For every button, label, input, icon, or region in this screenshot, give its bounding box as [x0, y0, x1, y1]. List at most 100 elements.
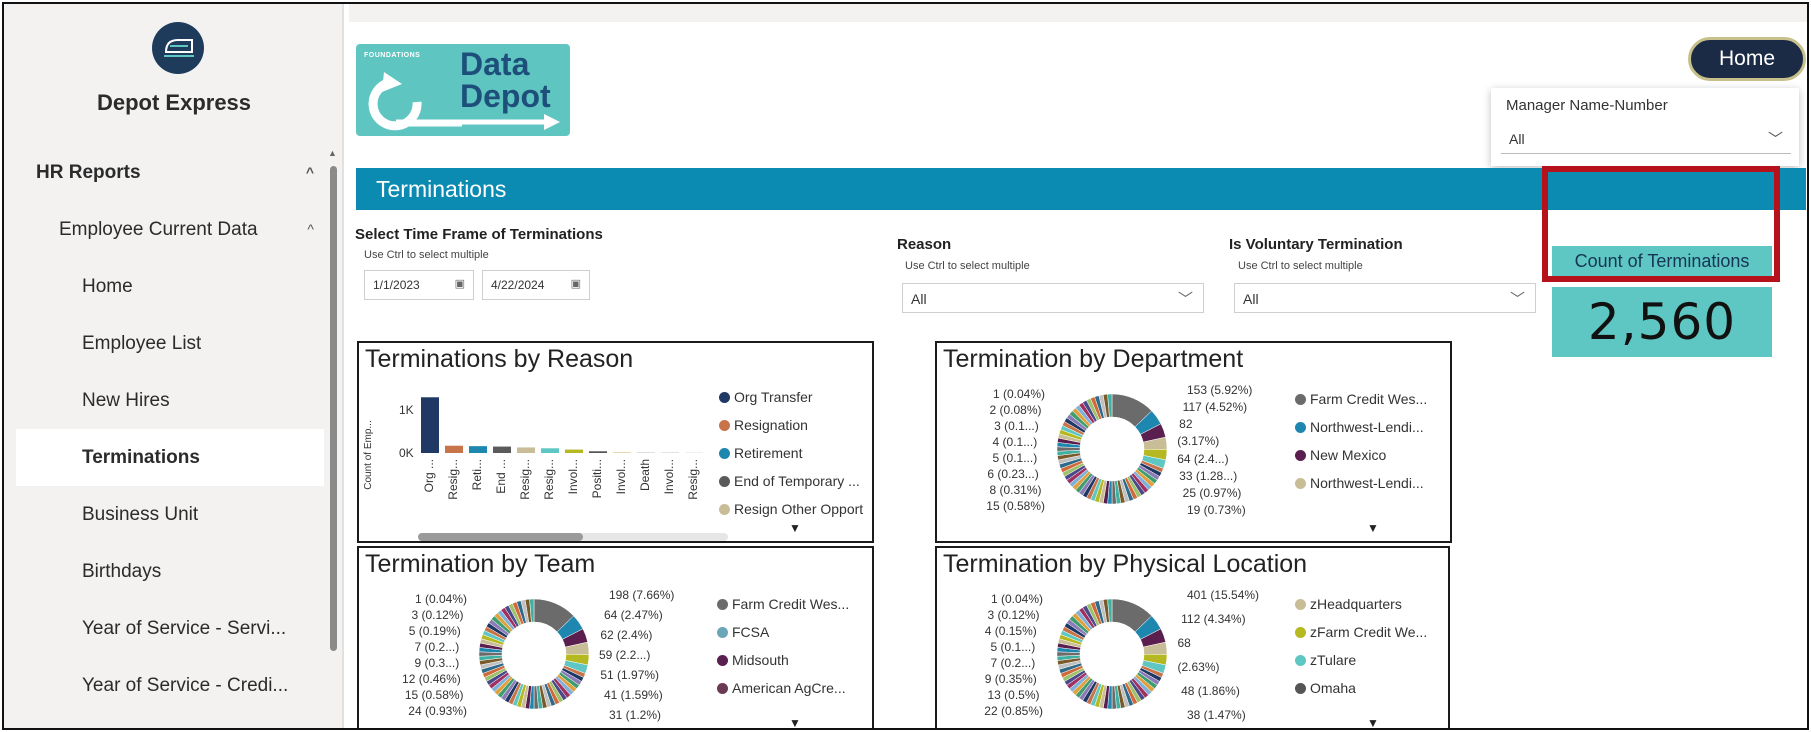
legend-label: Omaha [1310, 680, 1356, 696]
legend-swatch [1295, 682, 1306, 694]
legend-item[interactable]: Org Transfer [719, 383, 863, 411]
legend-swatch [1295, 393, 1306, 405]
chevron-down-icon: ﹀ [1177, 291, 1193, 308]
chevron-down-icon: ﹀ [1767, 131, 1783, 148]
bar[interactable] [589, 451, 607, 453]
bar[interactable] [565, 449, 583, 453]
sidebar-scrollbar-thumb[interactable] [330, 166, 337, 651]
more-arrow-icon[interactable]: ▼ [789, 716, 801, 728]
legend-item[interactable]: FCSA [717, 618, 849, 646]
sidebar: Depot Express HR Reports ^ Employee Curren… [4, 4, 344, 728]
sidebar-item-birthdays[interactable]: Birthdays [16, 543, 326, 600]
legend-label: Northwest-Lendi... [1310, 475, 1424, 491]
x-tick-label: Resig... [542, 459, 556, 500]
bar[interactable] [445, 445, 463, 453]
data-label: 15 (0.58%) [404, 688, 464, 702]
legend-item[interactable]: Northwest-Lendi... [1295, 413, 1427, 441]
end-date-input[interactable]: 4/22/2024 ▣ [482, 270, 590, 300]
bar[interactable] [469, 446, 487, 453]
legend-label: Northwest-Lendi... [1310, 419, 1424, 435]
sidebar-item-year-of-service-credi[interactable]: Year of Service - Credi... [16, 657, 326, 714]
sidebar-item-home[interactable]: Home [16, 258, 326, 315]
legend-item[interactable]: New Mexico [1295, 441, 1427, 469]
team-chart-card[interactable]: Termination by Team 1 (0.04%) 3 (0.12%) 5 … [357, 546, 874, 728]
sidebar-item-business-unit[interactable]: Business Unit [16, 486, 326, 543]
sidebar-item-label: Employee List [82, 332, 202, 354]
location-chart-card[interactable]: Termination by Physical Location 1 (0.04… [935, 546, 1450, 728]
more-arrow-icon[interactable]: ▼ [1367, 716, 1379, 728]
more-arrow-icon[interactable]: ▼ [1367, 521, 1379, 535]
legend-item[interactable]: Midsouth [717, 646, 849, 674]
legend-item[interactable]: zHeadquarters [1295, 590, 1427, 618]
reason-dropdown[interactable]: All ﹀ [902, 283, 1204, 313]
x-tick-label: Invol... [566, 459, 580, 494]
legend-item[interactable]: zTulare [1295, 646, 1427, 674]
more-arrow-icon[interactable]: ▼ [789, 521, 801, 535]
chevron-up-icon[interactable]: ^ [306, 164, 314, 180]
data-label: 51 (1.97%) [600, 668, 660, 682]
x-tick-label: Invol... [614, 459, 628, 494]
bar[interactable] [517, 447, 535, 453]
sidebar-item-new-hires[interactable]: New Hires [16, 372, 326, 429]
legend-label: Org Transfer [734, 389, 813, 405]
calendar-icon[interactable]: ▣ [455, 277, 465, 290]
department-chart-card[interactable]: Termination by Department 1 (0.04%) 2 (0.… [935, 341, 1452, 543]
x-tick-label: Resig... [446, 459, 460, 500]
data-label: 6 (0.23...) [987, 467, 1039, 481]
legend-item[interactable]: Resign Other Opport [719, 495, 863, 523]
reason-value: All [911, 291, 927, 307]
reason-bar-chart: Count of Emp... 0K 1K Org ... Resig... Reti..… [363, 397, 728, 541]
sidebar-item-hr-reports[interactable]: HR Reports ^ [16, 144, 326, 201]
bar[interactable] [541, 448, 559, 453]
sidebar-item-year-of-service-servi[interactable]: Year of Service - Servi... [16, 600, 326, 657]
data-label: 3 (0.1...) [994, 419, 1039, 433]
team-chart-title: Termination by Team [365, 550, 596, 578]
legend-item[interactable]: American AgCre... [717, 674, 849, 702]
sidebar-header: Depot Express [4, 4, 344, 134]
legend-item[interactable]: End of Temporary ... [719, 467, 863, 495]
data-label: 13 (0.5%) [987, 688, 1040, 702]
legend-item[interactable]: Retirement [719, 439, 863, 467]
data-label: 4 (0.1...) [992, 435, 1038, 449]
sidebar-item-terminations[interactable]: Terminations [16, 429, 324, 486]
legend-swatch [719, 503, 730, 515]
start-date-value: 1/1/2023 [373, 278, 420, 292]
team-donut-chart [478, 598, 590, 710]
y-axis-label: Count of Emp... [363, 420, 374, 489]
legend-swatch [717, 682, 728, 694]
legend-item[interactable]: Farm Credit Wes... [1295, 385, 1427, 413]
scroll-up-arrow-icon[interactable]: ▲ [328, 148, 337, 158]
manager-filter-value: All [1509, 131, 1525, 147]
legend-label: zTulare [1310, 652, 1357, 668]
data-label: 5 (0.19%) [408, 624, 461, 638]
manager-filter-dropdown[interactable]: All ﹀ [1501, 124, 1791, 154]
reason-chart-card[interactable]: Terminations by Reason Count of Emp... 0K… [357, 341, 874, 543]
bar[interactable] [421, 397, 439, 453]
sidebar-item-employee-list[interactable]: Employee List [16, 315, 326, 372]
chart-scrollbar-thumb[interactable] [418, 533, 583, 541]
bar[interactable] [637, 452, 655, 453]
y-tick-label: 0K [399, 446, 414, 460]
department-legend: Farm Credit Wes... Northwest-Lendi... New … [1295, 385, 1427, 497]
voluntary-dropdown[interactable]: All ﹀ [1234, 283, 1536, 313]
start-date-input[interactable]: 1/1/2023 ▣ [364, 270, 474, 300]
legend-item[interactable]: Northwest-Lendi... [1295, 469, 1427, 497]
data-label: 9 (0.3...) [414, 656, 460, 670]
chevron-up-icon[interactable]: ^ [307, 221, 314, 237]
data-label: 1 (0.04%) [414, 592, 467, 606]
legend-item[interactable]: Resignation [719, 411, 863, 439]
legend-item[interactable]: zFarm Credit We... [1295, 618, 1427, 646]
data-label: 19 (0.73%) [1187, 503, 1246, 517]
legend-item[interactable]: Omaha [1295, 674, 1427, 702]
calendar-icon[interactable]: ▣ [571, 277, 581, 290]
legend-item[interactable]: Farm Credit Wes... [717, 590, 849, 618]
home-button[interactable]: Home [1688, 37, 1806, 81]
data-label: 1 (0.04%) [990, 592, 1043, 606]
sidebar-item-employee-current-data[interactable]: Employee Current Data ^ [16, 201, 326, 258]
bar[interactable] [613, 452, 631, 453]
legend-swatch [1295, 477, 1306, 489]
data-label: 38 (1.47%) [1187, 708, 1246, 722]
bar[interactable] [493, 446, 511, 453]
data-label: 4 (0.15%) [984, 624, 1037, 638]
legend-swatch [717, 654, 728, 666]
